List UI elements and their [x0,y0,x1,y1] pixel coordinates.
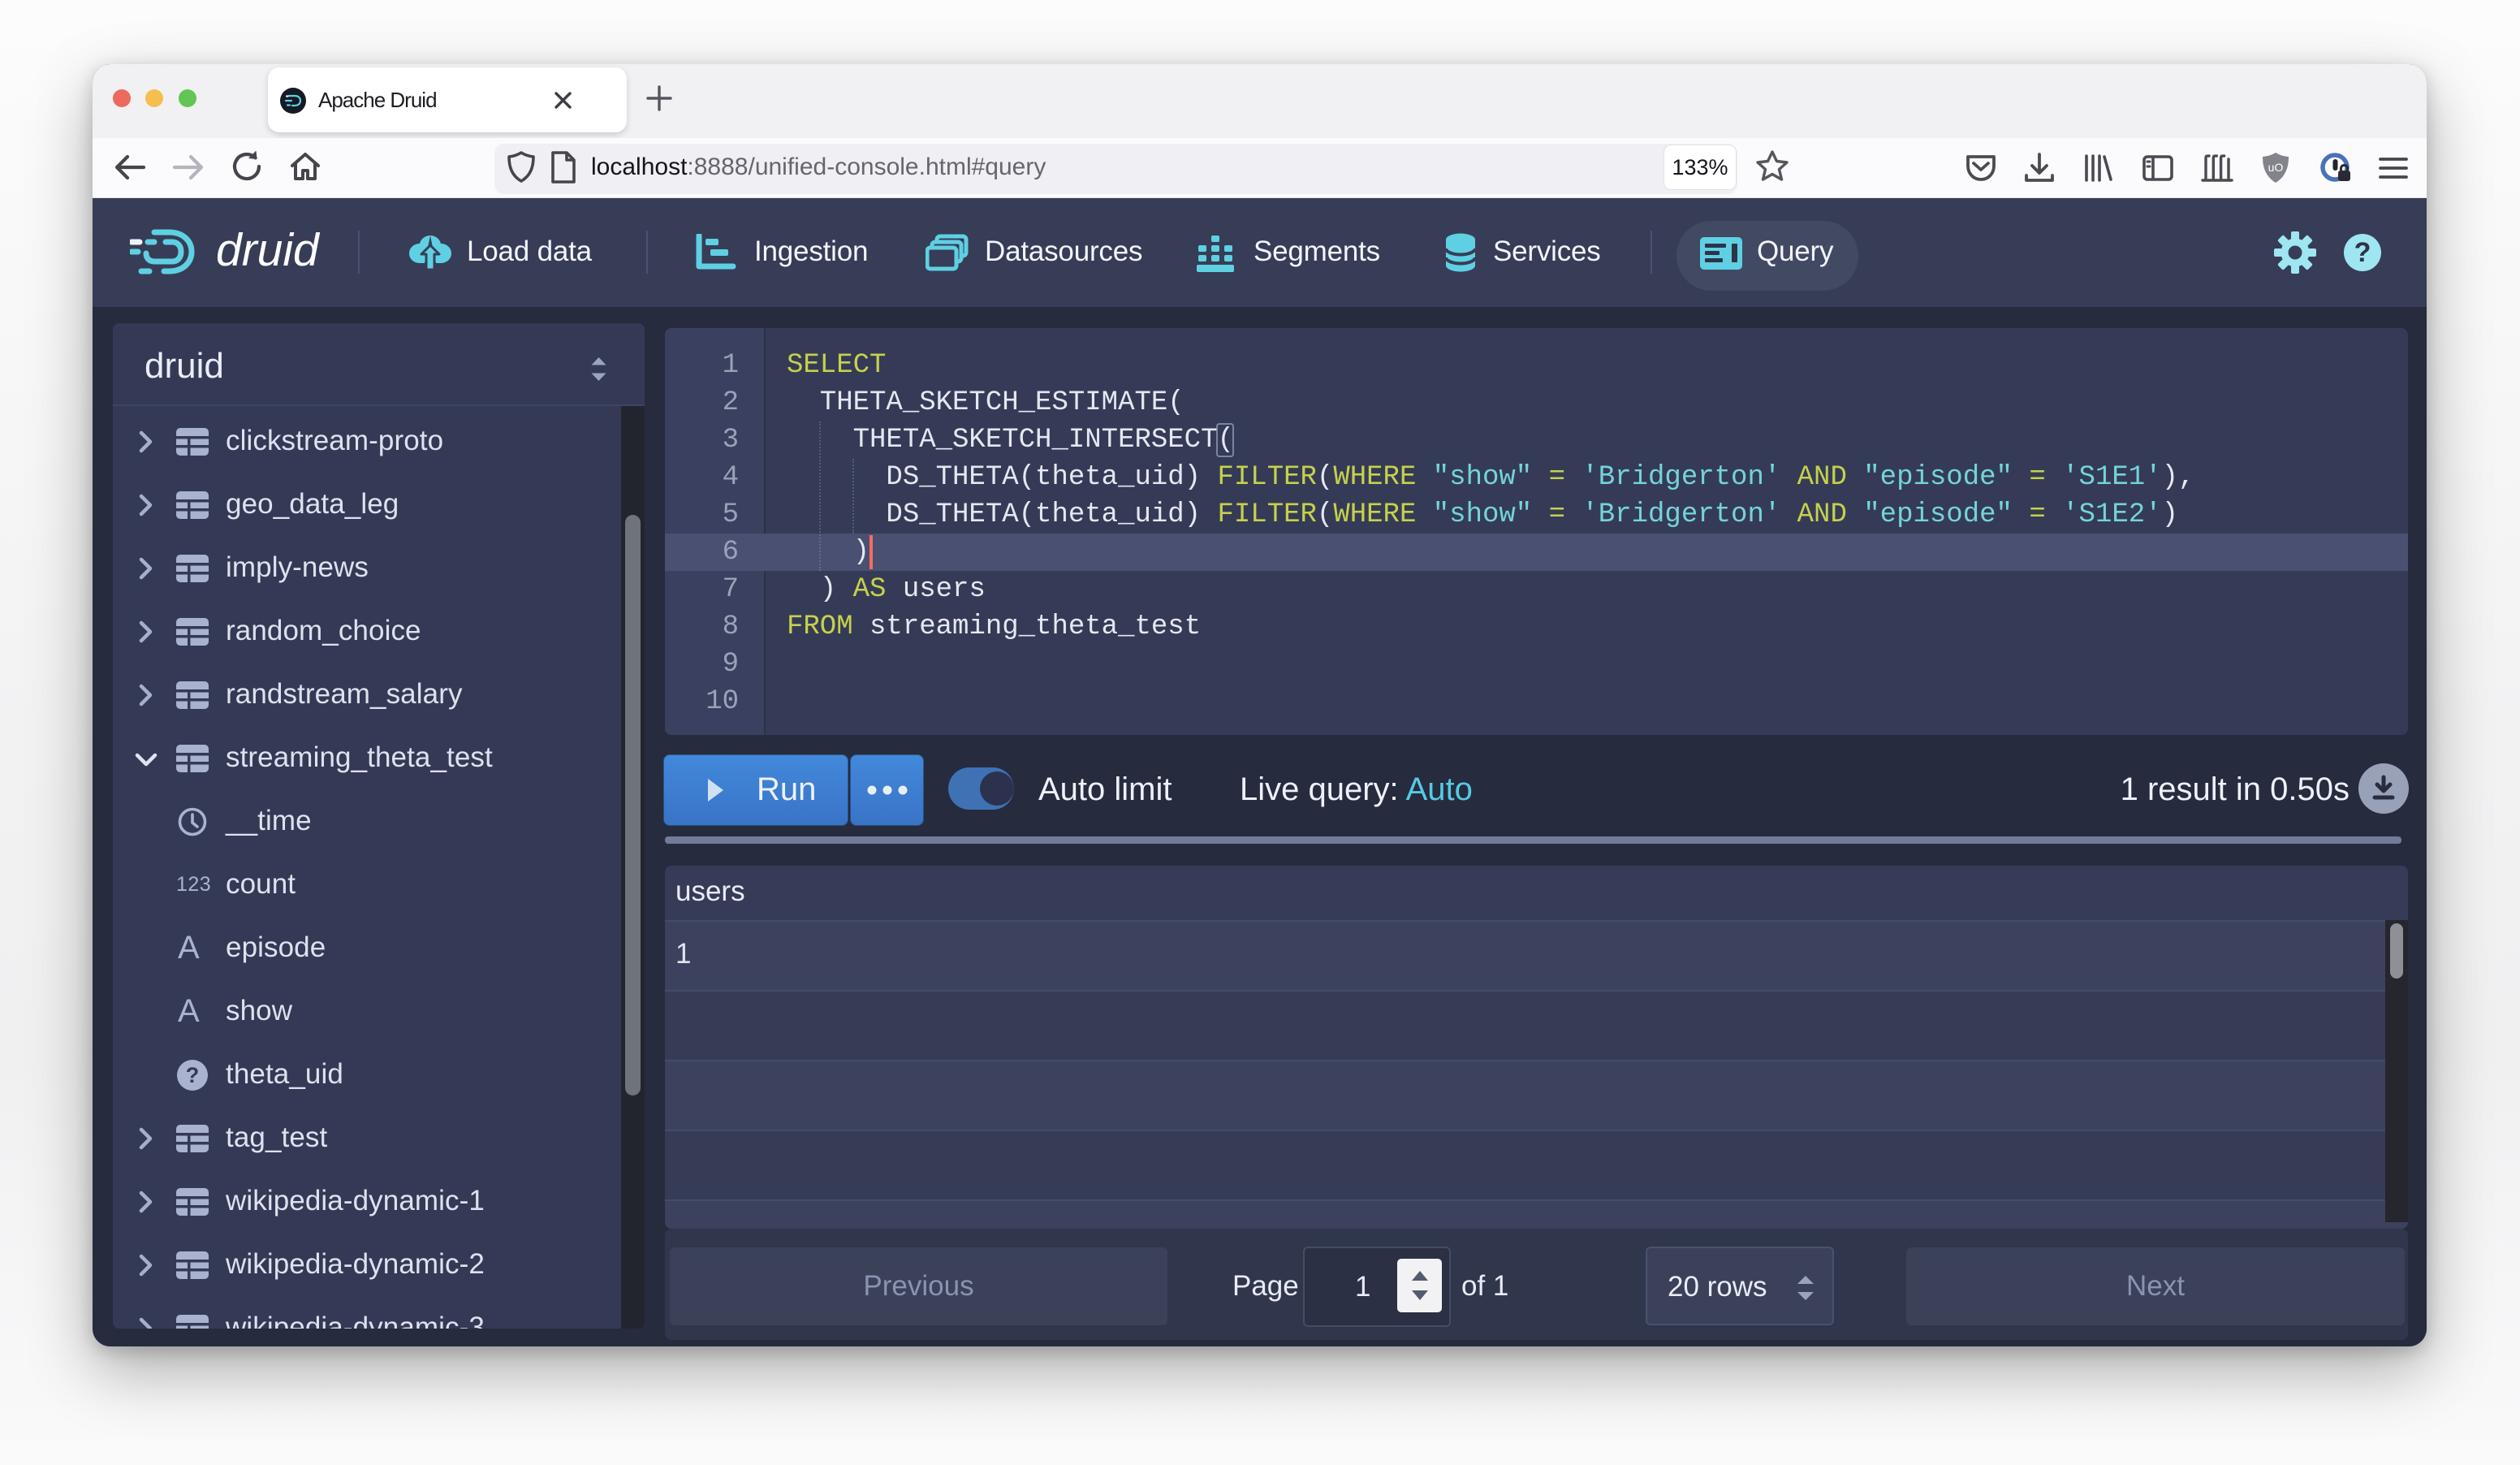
svg-text:uO: uO [2268,161,2284,174]
